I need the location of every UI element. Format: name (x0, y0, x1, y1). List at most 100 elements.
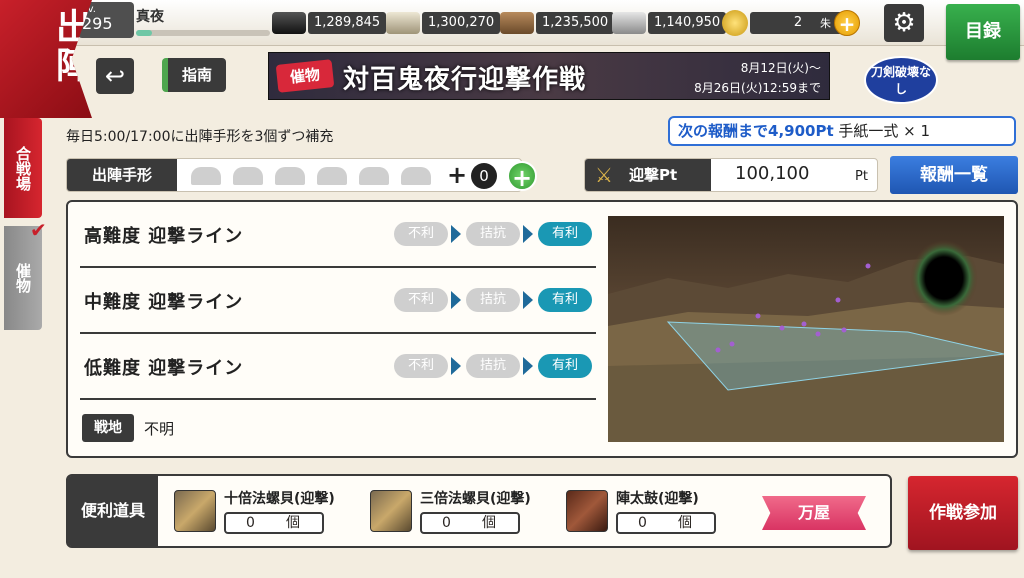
resource-coin: 2 朱 (722, 10, 846, 36)
low-difficulty-line[interactable]: 低難度 迎撃ライン 不利 拮抗 有利 (80, 334, 596, 400)
resource-value: 1,140,950 (648, 12, 727, 34)
charcoal-icon (272, 12, 306, 34)
battlefield-value: 不明 (144, 420, 175, 438)
resource-value: 1,235,500 (536, 12, 615, 34)
add-pass-button[interactable]: + (507, 161, 537, 192)
state-even: 拮抗 (466, 222, 520, 246)
crossed-swords-icon: ⚔ (595, 163, 613, 187)
items-panel: 便利道具 十倍法螺貝(迎撃) 0 個 三倍法螺貝(迎撃) 0 個 陣太鼓(迎撃)… (66, 474, 892, 548)
battlefield-scene-image (608, 216, 1004, 442)
coin-unit: 朱 (820, 17, 831, 30)
shop-button[interactable]: 万屋 (762, 496, 866, 530)
koban-coin-icon (722, 10, 748, 36)
conch-shell-3x-icon[interactable] (370, 490, 412, 532)
state-even: 拮抗 (466, 288, 520, 312)
war-drum-icon[interactable] (566, 490, 608, 532)
event-banner[interactable]: 催物 対百鬼夜行迎撃作戦 8月12日(火)～ 8月26日(火)12:59まで (268, 52, 830, 100)
arrow-icon (451, 291, 461, 309)
item-count-value: 0 (638, 515, 647, 531)
cold-steel-icon (500, 12, 534, 34)
event-title: 対百鬼夜行迎撃作戦 (343, 65, 587, 95)
arrow-icon (523, 357, 533, 375)
empty-pass-slot (317, 167, 347, 185)
item-count-unit: 個 (286, 515, 300, 531)
resource-cold-steel: 1,235,500 (500, 10, 615, 36)
catalog-button[interactable]: 目録 (946, 4, 1020, 60)
reward-list-button[interactable]: 報酬一覧 (890, 156, 1018, 194)
gear-icon: ⚙ (892, 8, 916, 38)
intercept-lines-panel: 高難度 迎撃ライン 不利 拮抗 有利 中難度 迎撃ライン 不利 拮抗 有利 低難… (66, 200, 1018, 458)
empty-pass-slot (233, 167, 263, 185)
empty-pass-slot (401, 167, 431, 185)
intercept-points-value: 100,100 (735, 163, 810, 184)
conch-shell-10x-icon[interactable] (174, 490, 216, 532)
no-sword-break-badge: 刀剣破壊なし (864, 56, 938, 104)
state-favorable: 有利 (538, 222, 592, 246)
line-name: 低難度 迎撃ライン (84, 358, 244, 379)
battlefield-landscape (608, 240, 1004, 442)
state-unfavorable: 不利 (394, 354, 448, 378)
arrow-icon (451, 225, 461, 243)
resource-charcoal: 1,289,845 (272, 10, 387, 36)
high-difficulty-line[interactable]: 高難度 迎撃ライン 不利 拮抗 有利 (80, 202, 596, 268)
state-unfavorable: 不利 (394, 288, 448, 312)
next-reward-item: 手紙一式 × 1 (838, 122, 931, 140)
tab-battlefield[interactable]: 合戦場 (4, 118, 42, 218)
sortie-pass-bar: 出陣手形 + 0 + (66, 158, 537, 192)
event-tag: 催物 (275, 59, 335, 93)
item-name: 三倍法螺貝(迎撃) (420, 491, 531, 507)
back-button[interactable]: ↩ (96, 58, 134, 94)
line-name: 中難度 迎撃ライン (84, 292, 244, 313)
resource-jade-steel: 1,300,270 (386, 10, 501, 36)
extra-pass-count: 0 (471, 163, 497, 189)
sortie-page-label: 出陣 (0, 0, 92, 118)
item-count-value: 0 (442, 515, 451, 531)
battlefield-label: 戦地 (82, 414, 134, 442)
item-count: 0 個 (224, 512, 324, 534)
medium-difficulty-line[interactable]: 中難度 迎撃ライン 不利 拮抗 有利 (80, 268, 596, 334)
join-operation-button[interactable]: 作戦参加 (908, 476, 1018, 550)
item-count: 0 個 (420, 512, 520, 534)
coin-value: 2 (750, 12, 846, 34)
event-start-date: 8月12日(火)～ (740, 61, 821, 75)
item-count: 0 個 (616, 512, 716, 534)
xp-bar-fill (136, 30, 153, 36)
state-favorable: 有利 (538, 354, 592, 378)
state-even: 拮抗 (466, 354, 520, 378)
arrow-icon (523, 225, 533, 243)
item-count-unit: 個 (482, 515, 496, 531)
resource-value: 1,289,845 (308, 12, 387, 34)
empty-pass-slot (275, 167, 305, 185)
empty-pass-slot (191, 167, 221, 185)
state-unfavorable: 不利 (394, 222, 448, 246)
resource-value: 1,300,270 (422, 12, 501, 34)
resource-whetstone: 1,140,950 (612, 10, 727, 36)
xp-bar (136, 30, 270, 36)
sortie-pass-label: 出陣手形 (67, 159, 177, 191)
plus-sign: + (447, 161, 468, 189)
checkmark-icon: ✔ (30, 218, 47, 242)
player-name: 真夜 (136, 9, 164, 25)
jade-steel-icon (386, 12, 420, 34)
next-reward-box: 次の報酬まで4,900Pt 手紙一式 × 1 (668, 116, 1016, 146)
daily-refill-note: 毎日5:00/17:00に出陣手形を3個ずつ補充 (66, 129, 334, 145)
add-coin-button[interactable]: + (834, 10, 860, 36)
arrow-icon (451, 357, 461, 375)
item-name: 十倍法螺貝(迎撃) (224, 491, 335, 507)
items-label: 便利道具 (68, 476, 158, 546)
event-end-date: 8月26日(火)12:59まで (694, 81, 821, 95)
arrow-icon (523, 291, 533, 309)
back-arrow-icon: ↩ (104, 62, 126, 90)
item-name: 陣太鼓(迎撃) (616, 491, 699, 507)
line-name: 高難度 迎撃ライン (84, 226, 244, 247)
empty-pass-slot (359, 167, 389, 185)
item-count-unit: 個 (678, 515, 692, 531)
next-reward-points: 次の報酬まで4,900Pt (678, 122, 834, 140)
level-value: 295 (82, 14, 113, 33)
item-count-value: 0 (246, 515, 255, 531)
guide-button[interactable]: 指南 (162, 58, 226, 92)
intercept-points-unit: Pt (855, 169, 868, 184)
intercept-points-bar: 迎撃Pt ⚔ 100,100 Pt (584, 158, 878, 192)
whetstone-icon (612, 12, 646, 34)
settings-button[interactable]: ⚙ (884, 4, 924, 42)
